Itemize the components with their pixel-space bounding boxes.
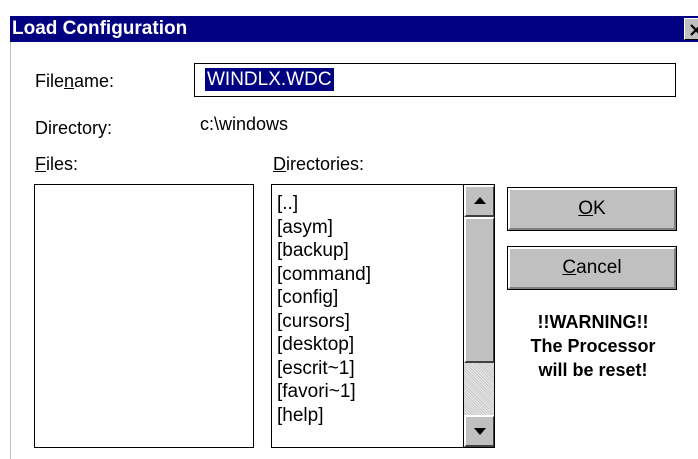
directories-scrollbar[interactable]: [463, 185, 494, 447]
title-bar[interactable]: Load Configuration: [10, 16, 698, 42]
directory-item[interactable]: [backup]: [277, 239, 457, 263]
dialog-left-border: [10, 42, 11, 459]
load-configuration-dialog: Load Configuration Filename: WINDLX.WDC …: [0, 0, 698, 459]
scroll-down-arrow-icon: [474, 428, 486, 435]
directory-item[interactable]: [command]: [277, 263, 457, 287]
filename-input[interactable]: WINDLX.WDC: [194, 63, 676, 97]
close-x-icon: [690, 24, 698, 36]
scroll-thumb[interactable]: [464, 217, 494, 363]
directories-items: [..] [asym] [backup] [command] [config] …: [277, 192, 457, 427]
directory-item[interactable]: [asym]: [277, 216, 457, 240]
warning-message: !!WARNING!! The Processor will be reset!: [500, 310, 686, 382]
directory-item[interactable]: [desktop]: [277, 333, 457, 357]
cancel-button-face: Cancel: [508, 247, 676, 289]
window-title: Load Configuration: [12, 18, 188, 39]
directory-item[interactable]: [favori~1]: [277, 380, 457, 404]
ok-button-label: OK: [578, 198, 606, 219]
close-button[interactable]: [684, 18, 698, 40]
directory-item[interactable]: [help]: [277, 404, 457, 428]
warning-line-3: will be reset!: [538, 360, 648, 380]
filename-value-selected: WINDLX.WDC: [205, 68, 334, 91]
ok-button-face: OK: [508, 188, 676, 230]
warning-line-1: !!WARNING!!: [537, 312, 649, 332]
scroll-down-button[interactable]: [464, 415, 494, 447]
directories-label: Directories:: [273, 154, 365, 174]
directory-item[interactable]: [..]: [277, 192, 457, 216]
files-label: Files:: [35, 154, 79, 174]
directory-item[interactable]: [config]: [277, 286, 457, 310]
directory-label: Directory:: [35, 118, 113, 138]
cancel-button-label: Cancel: [562, 257, 622, 278]
scroll-up-arrow-icon: [474, 197, 486, 204]
directory-item[interactable]: [cursors]: [277, 310, 457, 334]
directories-listbox[interactable]: [..] [asym] [backup] [command] [config] …: [271, 184, 495, 448]
scroll-up-button[interactable]: [464, 185, 494, 217]
directory-value: c:\windows: [200, 114, 289, 134]
warning-line-2: The Processor: [530, 336, 656, 356]
ok-button[interactable]: OK: [507, 187, 677, 231]
cancel-button[interactable]: Cancel: [507, 246, 677, 290]
files-listbox[interactable]: [34, 184, 254, 448]
filename-label: Filename:: [35, 71, 115, 91]
directory-item[interactable]: [escrit~1]: [277, 357, 457, 381]
